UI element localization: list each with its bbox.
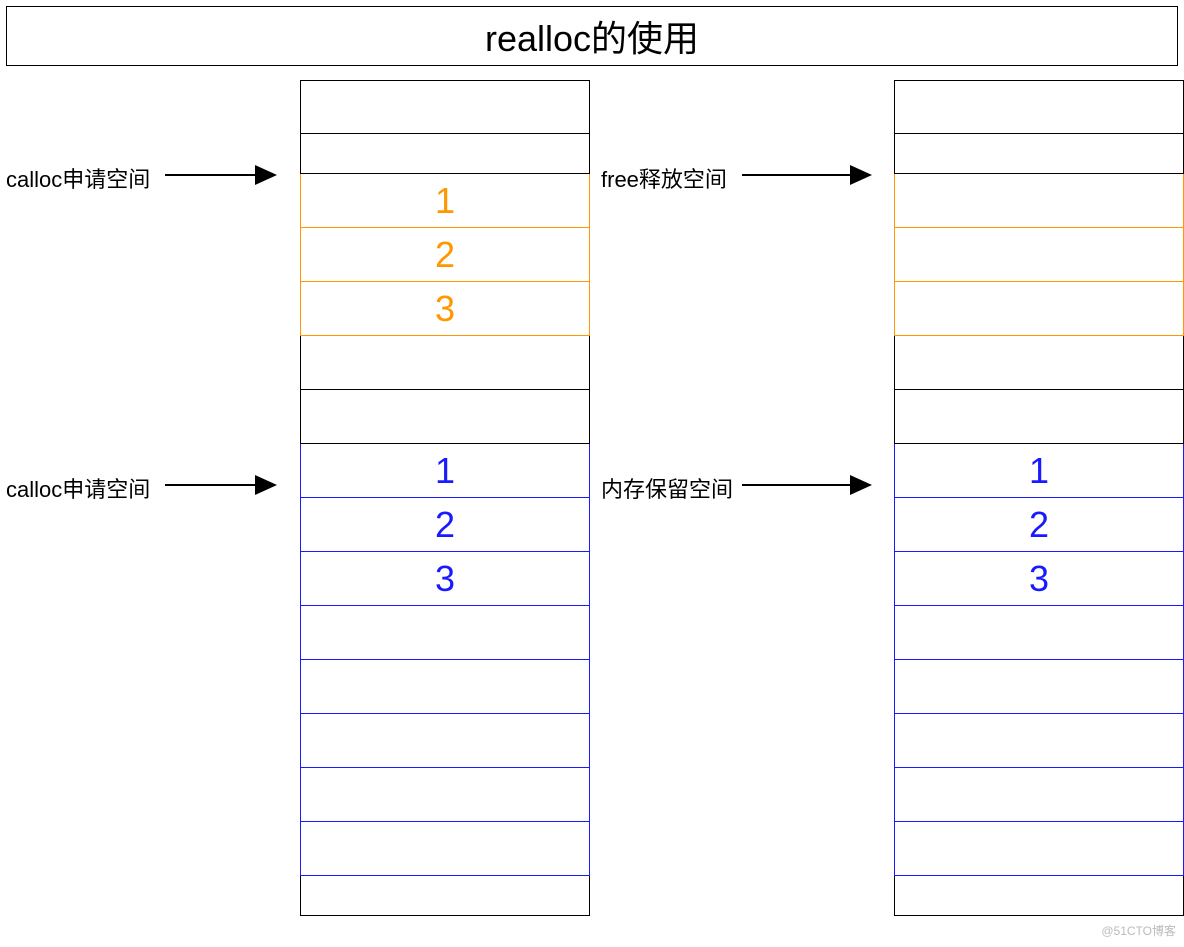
- memory-cell: [894, 228, 1184, 282]
- memory-cell: [300, 822, 590, 876]
- memory-cell: 2: [300, 498, 590, 552]
- memory-cell: [894, 390, 1184, 444]
- memory-cell: 2: [894, 498, 1184, 552]
- memory-cell: [894, 80, 1184, 134]
- memory-cell: 1: [300, 444, 590, 498]
- memory-cell: [300, 336, 590, 390]
- right-memory-column: 123: [894, 80, 1184, 916]
- memory-cell: [300, 876, 590, 916]
- memory-cell: [300, 390, 590, 444]
- memory-cell: [894, 174, 1184, 228]
- memory-cell: [894, 876, 1184, 916]
- memory-cell: [300, 714, 590, 768]
- label-free: free释放空间: [601, 162, 727, 194]
- memory-cell: [300, 606, 590, 660]
- arrow-calloc-bottom: [165, 484, 275, 486]
- memory-cell: 2: [300, 228, 590, 282]
- memory-cell: [894, 822, 1184, 876]
- memory-cell: [894, 606, 1184, 660]
- memory-cell: 3: [894, 552, 1184, 606]
- memory-cell: [300, 660, 590, 714]
- memory-cell: [894, 134, 1184, 174]
- label-reserved: 内存保留空间: [601, 472, 733, 504]
- memory-cell: 3: [300, 282, 590, 336]
- memory-cell: [894, 714, 1184, 768]
- diagram-title: realloc的使用: [6, 6, 1178, 66]
- arrow-free: [742, 174, 870, 176]
- memory-cell: 1: [300, 174, 590, 228]
- memory-cell: [894, 336, 1184, 390]
- label-calloc-top: calloc申请空间: [6, 162, 150, 194]
- arrow-reserved: [742, 484, 870, 486]
- memory-cell: [894, 282, 1184, 336]
- memory-cell: [894, 768, 1184, 822]
- memory-cell: 3: [300, 552, 590, 606]
- left-memory-column: 123123: [300, 80, 590, 916]
- memory-cell: [300, 768, 590, 822]
- watermark: @51CTO博客: [1101, 922, 1176, 939]
- label-calloc-bottom: calloc申请空间: [6, 472, 150, 504]
- memory-cell: [894, 660, 1184, 714]
- memory-cell: [300, 80, 590, 134]
- memory-cell: [300, 134, 590, 174]
- arrow-calloc-top: [165, 174, 275, 176]
- memory-cell: 1: [894, 444, 1184, 498]
